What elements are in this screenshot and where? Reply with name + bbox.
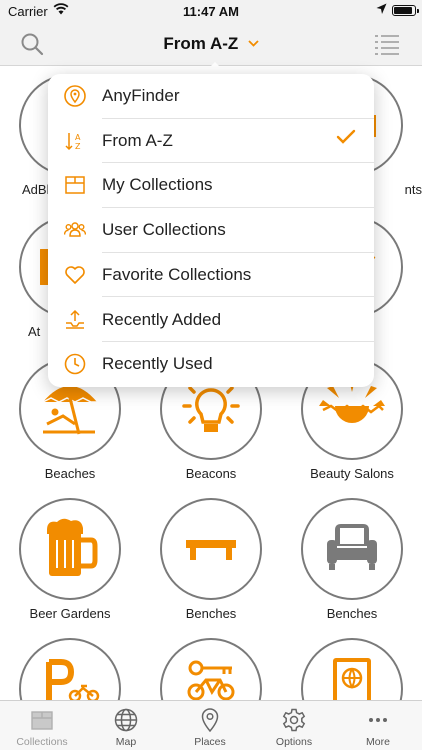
- more-dots-icon: [365, 707, 391, 733]
- collection-label: Beacons: [185, 466, 237, 481]
- svg-text:A: A: [75, 133, 81, 142]
- collection-circle: [19, 498, 121, 600]
- menu-item-my-collections[interactable]: My Collections: [48, 163, 374, 209]
- tab-options[interactable]: Options: [252, 701, 336, 750]
- menu-item-label: Recently Used: [102, 354, 213, 374]
- menu-item-label: Favorite Collections: [102, 264, 252, 284]
- menu-item-anyfinder[interactable]: AnyFinder: [48, 74, 374, 119]
- menu-pointer: [203, 62, 227, 74]
- clock-icon: [64, 353, 86, 375]
- menu-item-recently-added[interactable]: Recently Added: [48, 298, 374, 343]
- tab-label: Map: [115, 736, 137, 748]
- menu-item-label: AnyFinder: [102, 86, 180, 105]
- collection-label: Beauty Salons: [310, 466, 394, 481]
- menu-item-label: User Collections: [102, 220, 226, 240]
- battery-icon: [392, 5, 419, 16]
- recently-added-icon: [64, 309, 86, 331]
- location-pin-icon: [64, 85, 86, 107]
- clock-time: 11:47 AM: [183, 4, 239, 19]
- tab-collections[interactable]: Collections: [0, 701, 84, 750]
- collection-cell[interactable]: Beer Gardens: [0, 498, 140, 638]
- checkmark-icon: [336, 128, 356, 151]
- collection-circle: [160, 638, 262, 700]
- collection-circle: [301, 498, 403, 600]
- passport-icon: [333, 658, 371, 700]
- heart-icon: [64, 264, 86, 286]
- collection-cell[interactable]: [141, 638, 281, 700]
- sort-menu: AnyFinder AZ From A-Z My Collections Use…: [48, 74, 374, 387]
- collection-circle: [301, 638, 403, 700]
- svg-text:Z: Z: [75, 142, 81, 151]
- menu-item-from-a-z[interactable]: AZ From A-Z: [48, 119, 374, 164]
- bike-parking-icon: [46, 659, 100, 700]
- collection-label: nts: [404, 182, 422, 197]
- collection-cell[interactable]: Benches: [282, 498, 422, 638]
- collection-cell[interactable]: Benches: [141, 498, 281, 638]
- nav-bar: From A-Z: [0, 22, 422, 66]
- box-icon: [29, 707, 55, 733]
- gear-icon: [281, 707, 307, 733]
- collection-circle: [19, 638, 121, 700]
- armchair-icon: [327, 524, 377, 570]
- map-pin-icon: [197, 707, 223, 733]
- sort-title-button[interactable]: From A-Z: [0, 34, 422, 54]
- beer-mug-icon: [47, 518, 98, 576]
- users-icon: [63, 219, 87, 241]
- list-view-icon[interactable]: [374, 33, 400, 60]
- menu-item-label: Recently Added: [102, 309, 222, 329]
- page-title: From A-Z: [163, 34, 239, 53]
- bench-icon: [186, 540, 236, 560]
- menu-item-user-collections[interactable]: User Collections: [48, 208, 374, 253]
- tab-bar: Collections Map Places Options More: [0, 700, 422, 750]
- menu-item-label: My Collections: [102, 175, 213, 195]
- tab-places[interactable]: Places: [168, 701, 252, 750]
- menu-item-favorite-collections[interactable]: Favorite Collections: [48, 253, 374, 298]
- collection-label: Benches: [326, 606, 378, 621]
- tab-label: Places: [194, 736, 226, 748]
- collection-label: Beer Gardens: [29, 606, 111, 621]
- tab-map[interactable]: Map: [84, 701, 168, 750]
- tab-label: More: [366, 736, 390, 748]
- collection-label: Benches: [185, 606, 237, 621]
- tab-more[interactable]: More: [336, 701, 420, 750]
- chevron-down-icon: [244, 36, 259, 50]
- collection-label: Beaches: [44, 466, 96, 481]
- tab-label: Collections: [16, 736, 68, 748]
- menu-item-recently-used[interactable]: Recently Used: [48, 342, 374, 387]
- collection-cell[interactable]: [282, 638, 422, 700]
- box-icon: [64, 174, 86, 196]
- status-bar: Carrier 11:47 AM: [0, 0, 422, 22]
- bike-key-icon: [187, 660, 235, 700]
- sort-az-icon: AZ: [64, 130, 86, 152]
- tab-label: Options: [275, 736, 313, 748]
- collection-circle: [160, 498, 262, 600]
- menu-item-label: From A-Z: [102, 130, 173, 150]
- location-arrow-icon: [376, 3, 387, 18]
- collection-cell[interactable]: [0, 638, 140, 700]
- globe-icon: [113, 707, 139, 733]
